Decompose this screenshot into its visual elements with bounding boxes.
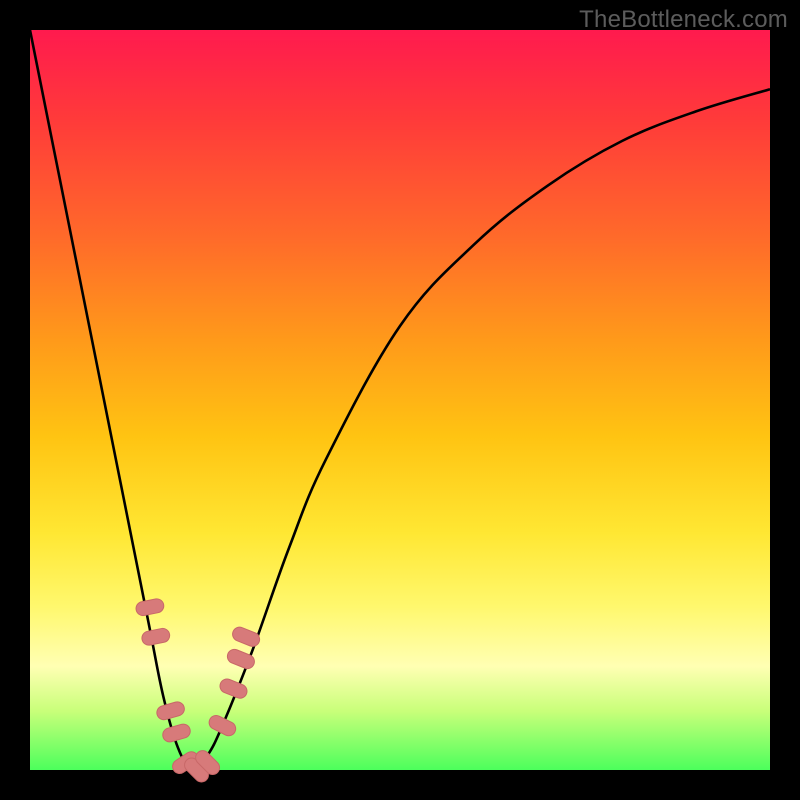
highlight-marker bbox=[155, 700, 186, 721]
highlight-marker bbox=[135, 598, 165, 617]
plot-area bbox=[30, 30, 770, 770]
bottleneck-curve-svg bbox=[30, 30, 770, 770]
highlighted-points-group bbox=[135, 598, 262, 785]
curve-group bbox=[30, 30, 770, 770]
highlight-marker bbox=[161, 722, 192, 743]
chart-frame: TheBottleneck.com bbox=[0, 0, 800, 800]
watermark-text: TheBottleneck.com bbox=[579, 6, 788, 34]
highlight-marker bbox=[207, 713, 238, 738]
highlight-marker bbox=[231, 625, 262, 648]
bottleneck-curve bbox=[30, 30, 770, 770]
highlight-marker bbox=[141, 627, 171, 646]
